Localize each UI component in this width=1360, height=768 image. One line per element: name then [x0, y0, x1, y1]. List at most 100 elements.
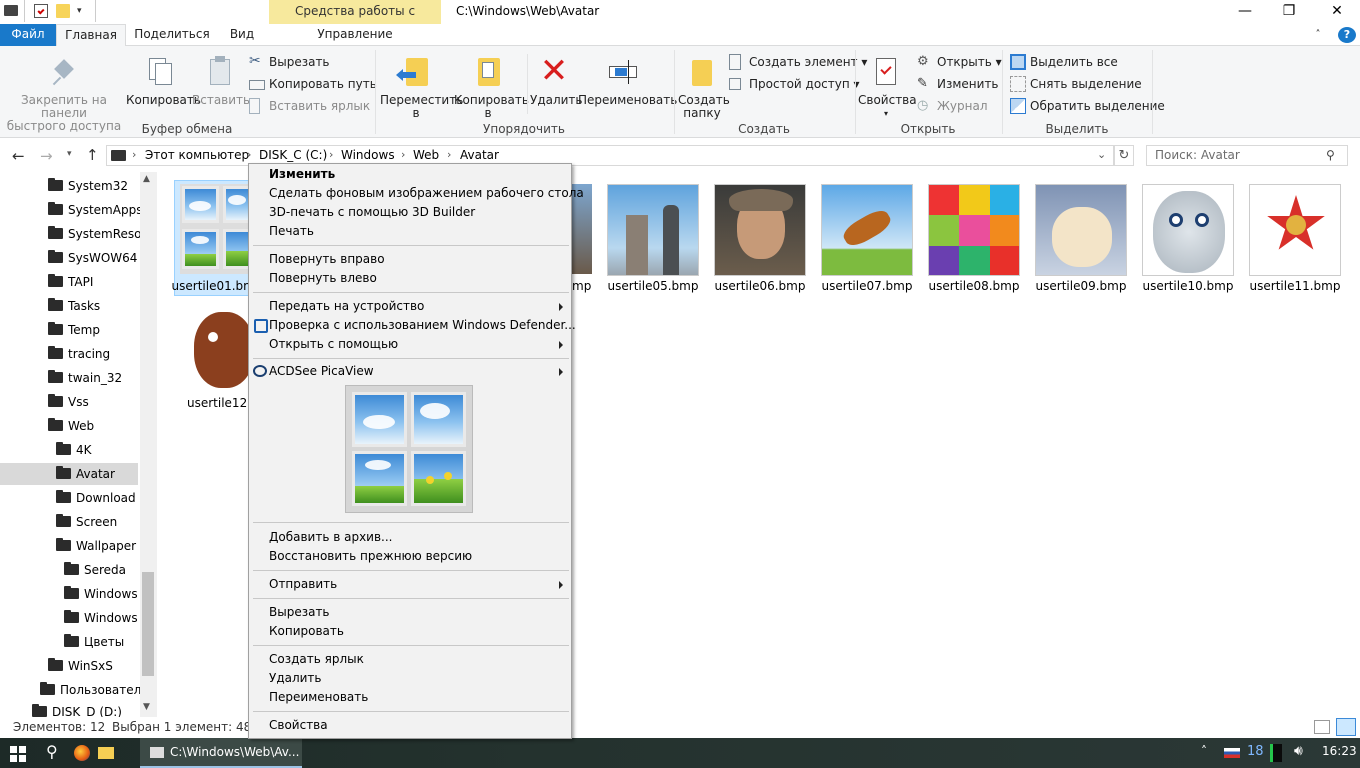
explorer-icon[interactable] [4, 5, 18, 16]
menu-item-cast-to-device[interactable]: Передать на устройство [269, 297, 424, 316]
minimize-button[interactable]: — [1222, 0, 1268, 24]
nav-item-twain32[interactable]: twain_32 [48, 367, 122, 389]
customize-quick-access-icon[interactable]: ▾ [77, 4, 91, 18]
close-button[interactable]: ✕ [1314, 0, 1360, 24]
nav-item-flowers[interactable]: Цветы [64, 631, 124, 653]
usertile06-thumbnail[interactable] [714, 184, 806, 276]
address-history-chevron-icon[interactable]: ⌄ [1097, 148, 1106, 161]
open-button[interactable]: ⚙ Открыть ▾ [917, 53, 1002, 71]
file-name[interactable]: usertile06.bmp [705, 279, 815, 293]
nav-item-wallpaper[interactable]: Wallpaper [56, 535, 136, 557]
nav-item-windows-2[interactable]: Windows [64, 607, 138, 629]
usertile08-thumbnail[interactable] [928, 184, 1020, 276]
file-name[interactable]: usertile05.bmp [598, 279, 708, 293]
nav-item-tasks[interactable]: Tasks [48, 295, 100, 317]
firefox-icon[interactable] [74, 745, 90, 761]
menu-item-restore-previous[interactable]: Восстановить прежнюю версию [269, 547, 472, 566]
menu-item-3d-print[interactable]: 3D-печать с помощью 3D Builder [269, 203, 475, 222]
file-explorer-taskbar-icon[interactable] [98, 747, 114, 759]
tab-manage[interactable]: Управление [300, 24, 410, 46]
file-name[interactable]: usertile11.bmp [1240, 279, 1350, 293]
menu-item-defender-scan[interactable]: Проверка с использованием Windows Defend… [269, 316, 576, 335]
delete-button[interactable]: ✕ Удалить [530, 54, 583, 107]
menu-item-send-to[interactable]: Отправить [269, 575, 337, 594]
edit-button[interactable]: ✎ Изменить [917, 75, 999, 93]
menu-item-delete[interactable]: Удалить [269, 669, 322, 688]
copy-button[interactable]: Копировать [126, 56, 201, 107]
breadcrumb-windows[interactable]: Windows [341, 148, 395, 162]
select-none-button[interactable]: Снять выделение [1010, 75, 1142, 93]
large-icons-view-icon[interactable] [1336, 718, 1356, 736]
nav-item-web[interactable]: Web [48, 415, 94, 437]
file-name[interactable]: usertile07.bmp [812, 279, 922, 293]
move-to-button[interactable]: Переместить в [380, 56, 463, 120]
usertile09-thumbnail[interactable] [1035, 184, 1127, 276]
menu-item-cut[interactable]: Вырезать [269, 603, 330, 622]
file-name[interactable]: usertile12.bmp [187, 396, 247, 410]
forward-arrow-icon[interactable]: → [40, 147, 53, 165]
paste-shortcut-button[interactable]: Вставить ярлык [249, 97, 370, 115]
usertile01-thumbnail[interactable] [180, 184, 253, 274]
nav-item-sereda[interactable]: Sereda [64, 559, 126, 581]
breadcrumb-disk-c[interactable]: DISK_C (C:) [259, 148, 327, 162]
new-folder-quick-icon[interactable] [56, 4, 70, 18]
tab-share[interactable]: Поделиться [130, 24, 214, 46]
show-hidden-icons-chevron[interactable]: ˄ [1201, 744, 1207, 758]
nav-item-avatar[interactable]: Avatar [56, 463, 115, 485]
weather-temperature[interactable]: 18 [1247, 744, 1264, 759]
usertile11-thumbnail[interactable] [1249, 184, 1341, 276]
menu-item-create-shortcut[interactable]: Создать ярлык [269, 650, 364, 669]
search-input[interactable]: Поиск: Avatar [1146, 145, 1348, 166]
usertile12-thumbnail[interactable] [180, 302, 248, 392]
menu-item-open-with[interactable]: Открыть с помощью [269, 335, 398, 354]
new-item-button[interactable]: Создать элемент ▾ [729, 53, 867, 71]
rename-button[interactable]: Переименовать [578, 56, 677, 107]
nav-item-vss[interactable]: Vss [48, 391, 89, 413]
file-name[interactable]: usertile09.bmp [1026, 279, 1136, 293]
menu-item-add-to-archive[interactable]: Добавить в архив... [269, 528, 393, 547]
network-signal-icon[interactable] [1270, 744, 1282, 762]
properties-button[interactable]: Свойства ▾ [858, 56, 917, 120]
pin-quick-access-button[interactable]: Закрепить на панели быстрого доступа [4, 56, 124, 133]
nav-item-tapi[interactable]: TAPI [48, 271, 93, 293]
file-name[interactable]: usertile10.bmp [1133, 279, 1243, 293]
menu-item-copy[interactable]: Копировать [269, 622, 344, 641]
up-arrow-icon[interactable]: ↑ [86, 146, 99, 164]
copy-path-button[interactable]: Копировать путь [249, 75, 377, 93]
start-windows-icon[interactable] [10, 746, 26, 762]
tab-home[interactable]: Главная [56, 24, 126, 47]
scroll-down-icon[interactable]: ▼ [143, 702, 150, 712]
file-name-partial[interactable]: mp [572, 279, 591, 293]
nav-item-temp[interactable]: Temp [48, 319, 100, 341]
tab-view[interactable]: Вид [220, 24, 264, 46]
paste-button[interactable]: Вставить [192, 56, 250, 107]
nav-item-disk-d[interactable]: DISK_D (D:) [32, 701, 140, 717]
collapse-ribbon-icon[interactable]: ˄ [1308, 24, 1328, 46]
language-flag-icon[interactable] [1224, 748, 1240, 758]
menu-item-edit[interactable]: Изменить [269, 165, 335, 184]
select-all-button[interactable]: Выделить все [1010, 53, 1118, 71]
nav-item-tracing[interactable]: tracing [48, 343, 110, 365]
file-name[interactable]: usertile08.bmp [919, 279, 1029, 293]
scroll-thumb[interactable] [142, 572, 154, 676]
invert-selection-button[interactable]: Обратить выделение [1010, 97, 1165, 115]
nav-item-users[interactable]: Пользователи [40, 679, 140, 701]
new-folder-button[interactable]: Создать папку [678, 56, 730, 120]
easy-access-button[interactable]: Простой доступ ▾ [729, 75, 860, 93]
nav-scrollbar[interactable]: ▲ ▼ [140, 172, 157, 717]
menu-item-rotate-left[interactable]: Повернуть влево [269, 269, 377, 288]
refresh-icon[interactable]: ↻ [1114, 145, 1134, 166]
tab-file[interactable]: Файл [0, 24, 56, 46]
copy-to-button[interactable]: Копировать в [454, 56, 529, 120]
usertile07-thumbnail[interactable] [821, 184, 913, 276]
menu-item-set-wallpaper[interactable]: Сделать фоновым изображением рабочего ст… [269, 184, 584, 203]
maximize-button[interactable]: ❐ [1266, 0, 1312, 24]
history-button[interactable]: ◷ Журнал [917, 97, 988, 115]
taskbar-app-explorer[interactable]: C:\Windows\Web\Av... [140, 738, 302, 768]
menu-item-acdsee-picaview[interactable]: ACDSee PicaView [269, 362, 374, 381]
breadcrumb-avatar[interactable]: Avatar [460, 148, 499, 162]
breadcrumb-web[interactable]: Web [413, 148, 439, 162]
menu-item-properties[interactable]: Свойства [269, 716, 328, 735]
breadcrumb-this-pc[interactable]: Этот компьютер [145, 148, 249, 162]
help-icon[interactable]: ? [1338, 27, 1356, 43]
